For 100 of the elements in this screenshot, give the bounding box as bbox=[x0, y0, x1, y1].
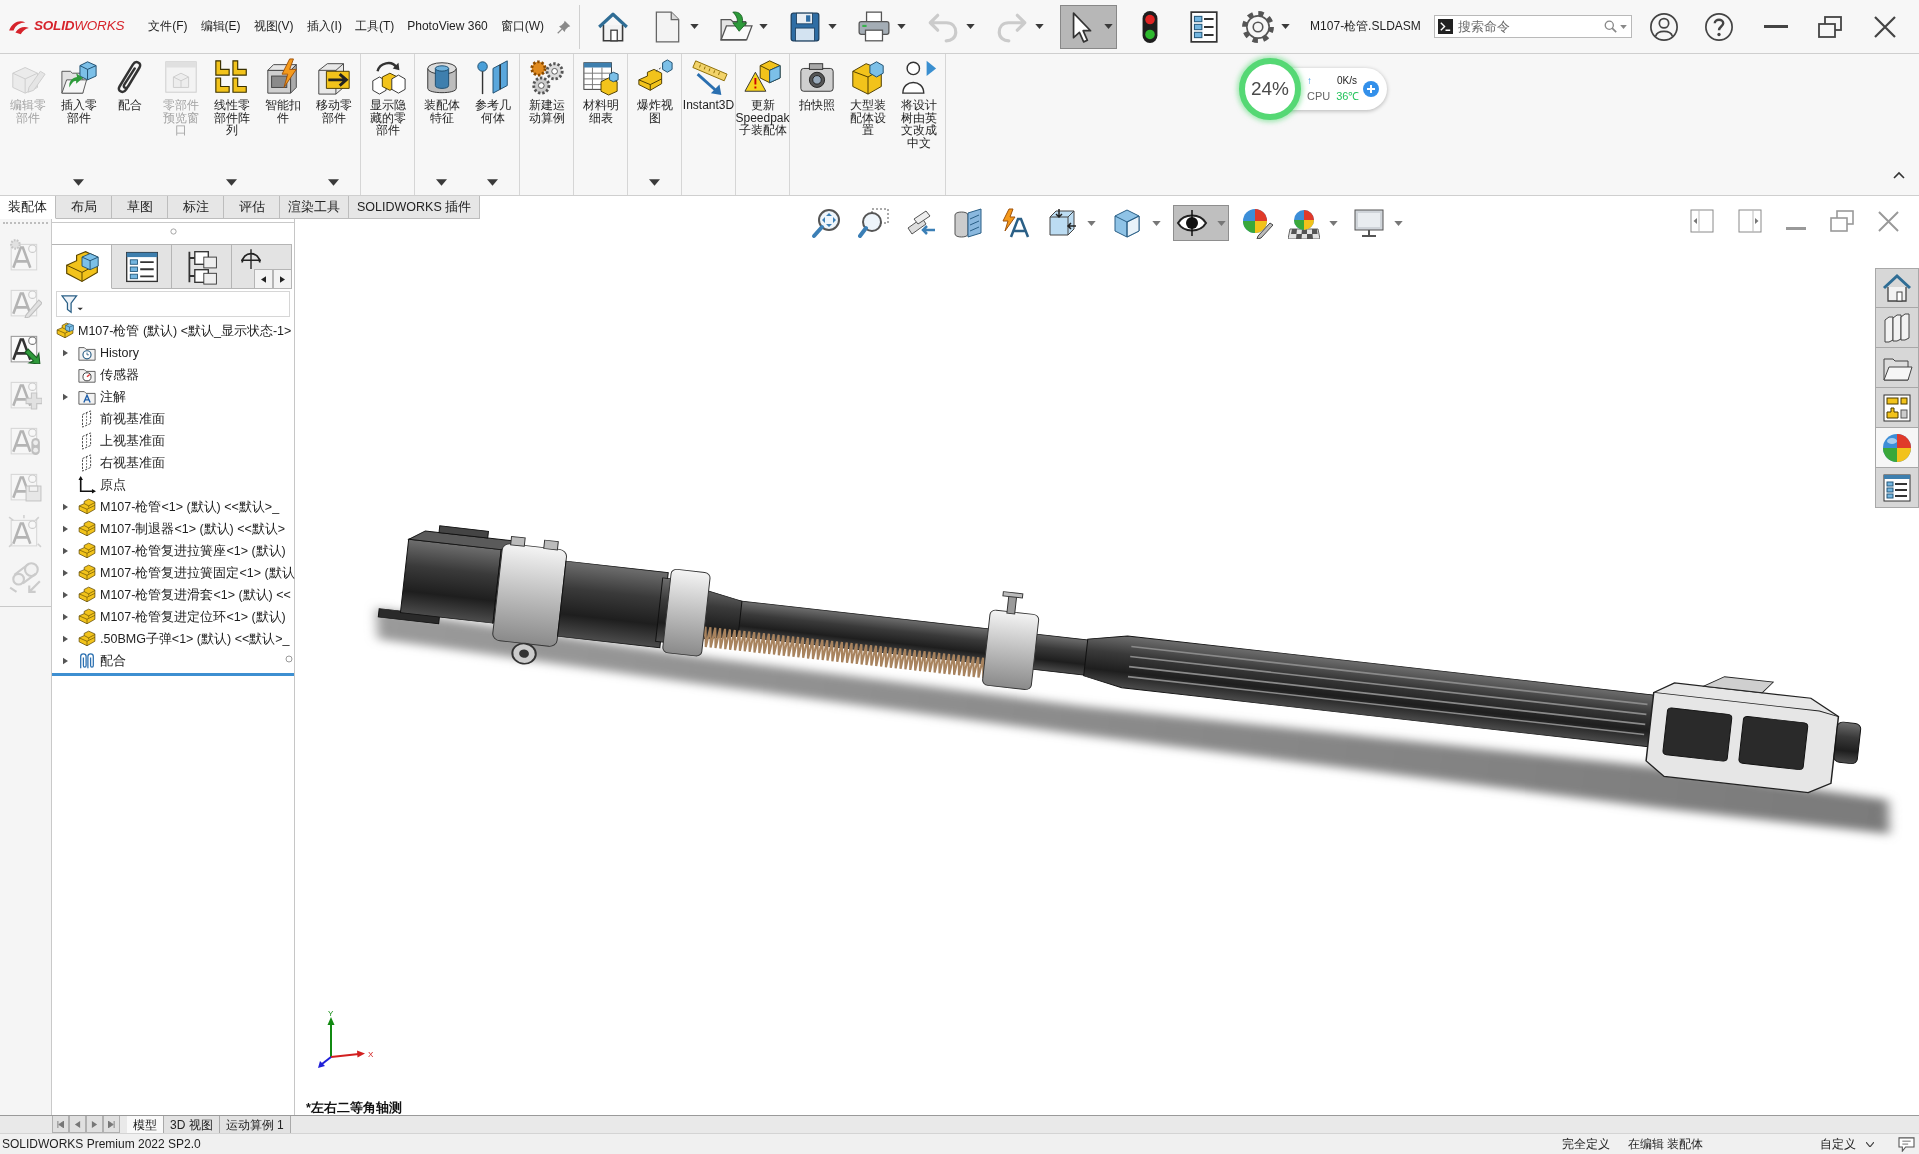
tree-item[interactable]: M107-枪管<1> (默认) <<默认>_ bbox=[52, 496, 294, 518]
caret-icon[interactable] bbox=[328, 179, 339, 186]
command-button[interactable]: 线性零部件阵列 bbox=[206, 54, 257, 195]
tree-item[interactable]: 右视基准面 bbox=[52, 452, 294, 474]
tree-item[interactable]: 配合 bbox=[52, 650, 294, 672]
command-button[interactable]: 智能扣件 bbox=[257, 54, 308, 195]
command-button[interactable]: 更新Speedpak子装配体 bbox=[737, 54, 788, 195]
tree-item[interactable]: 原点 bbox=[52, 474, 294, 496]
expand-arrow-icon[interactable] bbox=[62, 393, 68, 401]
collapse-chevron-icon[interactable] bbox=[1893, 171, 1905, 179]
menu-item[interactable]: 视图(V) bbox=[253, 17, 294, 36]
tab[interactable]: 运动算例 1 bbox=[219, 1116, 291, 1133]
sphere-icon[interactable] bbox=[1881, 431, 1913, 464]
tab[interactable]: 模型 bbox=[127, 1116, 164, 1133]
command-button[interactable]: 爆炸视图 bbox=[629, 54, 680, 195]
expand-arrow-icon[interactable] bbox=[62, 525, 68, 533]
layout-tiles-icon[interactable] bbox=[1881, 391, 1913, 424]
tree-item[interactable]: M107-枪管复进滑套<1> (默认) << bbox=[52, 584, 294, 606]
tree-item[interactable]: .50BMG子弹<1> (默认) <<默认>_ bbox=[52, 628, 294, 650]
close-icon[interactable] bbox=[1873, 15, 1896, 38]
panel-tab[interactable] bbox=[112, 244, 172, 289]
tab[interactable]: 标注 bbox=[168, 196, 224, 219]
restore-icon[interactable] bbox=[1817, 15, 1842, 38]
panel-grip-icon[interactable] bbox=[169, 228, 177, 235]
command-button[interactable]: 配合 bbox=[104, 54, 155, 195]
previous-icon[interactable] bbox=[74, 1120, 81, 1128]
search-field[interactable]: 搜索命令 bbox=[1433, 15, 1632, 38]
tree-item[interactable]: 上视基准面 bbox=[52, 430, 294, 452]
caret-icon[interactable] bbox=[690, 24, 700, 29]
view-toolbar-button[interactable] bbox=[1173, 205, 1229, 241]
nav-button[interactable] bbox=[69, 1116, 86, 1133]
expand-arrow-icon[interactable] bbox=[62, 349, 68, 357]
command-button[interactable]: 拍快照 bbox=[791, 54, 842, 195]
expand-arrow-icon[interactable] bbox=[62, 591, 68, 599]
tree-item[interactable]: 注解 bbox=[52, 386, 294, 408]
tree-item[interactable]: 前视基准面 bbox=[52, 408, 294, 430]
tree-item[interactable]: M107-枪管复进拉簧固定<1> (默认 bbox=[52, 562, 294, 584]
shaded-cube-icon[interactable] bbox=[1111, 207, 1143, 239]
task-pane-tab[interactable] bbox=[1875, 468, 1919, 508]
caret-icon[interactable] bbox=[1281, 24, 1291, 29]
last-page-icon[interactable] bbox=[108, 1120, 115, 1128]
tree-item[interactable]: History bbox=[52, 342, 294, 364]
expand-arrow-icon[interactable] bbox=[62, 635, 68, 643]
menu-item[interactable]: 插入(I) bbox=[306, 17, 342, 36]
cube-arrows-icon[interactable] bbox=[1046, 207, 1078, 239]
menu-item[interactable]: 文件(F) bbox=[148, 17, 188, 36]
caret-icon[interactable] bbox=[487, 179, 498, 186]
right-triangle-icon[interactable] bbox=[280, 275, 285, 283]
menu-item[interactable]: PhotoView 360 bbox=[407, 17, 488, 36]
nav-button[interactable] bbox=[103, 1116, 120, 1133]
scroll-right-button[interactable] bbox=[273, 269, 292, 289]
minimize-icon[interactable] bbox=[1763, 25, 1788, 28]
caret-icon[interactable] bbox=[649, 179, 660, 186]
command-button[interactable]: 装配体特征 bbox=[416, 54, 467, 195]
splitter-grip-icon[interactable] bbox=[285, 655, 293, 663]
list-icon[interactable] bbox=[1881, 471, 1913, 504]
caret-icon[interactable] bbox=[828, 24, 838, 29]
expand-arrow-icon[interactable] bbox=[62, 503, 68, 511]
pin-icon[interactable] bbox=[557, 19, 572, 34]
command-button[interactable]: 移动零部件 bbox=[308, 54, 359, 195]
ruler-arrow-icon[interactable] bbox=[689, 58, 728, 96]
user-icon[interactable] bbox=[1648, 11, 1679, 42]
nav-button[interactable] bbox=[86, 1116, 103, 1133]
next-icon[interactable] bbox=[91, 1120, 98, 1128]
command-button[interactable]: Instant3D bbox=[683, 54, 734, 195]
tab[interactable]: 布局 bbox=[56, 196, 112, 219]
panel-tab[interactable] bbox=[172, 244, 232, 289]
filter-icon[interactable] bbox=[61, 294, 83, 314]
caret-icon[interactable] bbox=[759, 24, 769, 29]
tile-left-icon[interactable] bbox=[1690, 209, 1714, 233]
tile-right-icon[interactable] bbox=[1738, 209, 1762, 233]
left-triangle-icon[interactable] bbox=[261, 275, 266, 283]
expand-arrow-icon[interactable] bbox=[62, 547, 68, 555]
expand-arrow-icon[interactable] bbox=[62, 569, 68, 577]
menu-item[interactable]: 窗口(W) bbox=[500, 17, 545, 36]
expand-arrow-icon[interactable] bbox=[62, 613, 68, 621]
menu-item[interactable]: 工具(T) bbox=[354, 17, 395, 36]
command-button[interactable]: 显示隐藏的零部件 bbox=[362, 54, 413, 195]
caret-icon[interactable] bbox=[436, 179, 447, 186]
tab[interactable]: SOLIDWORKS 插件 bbox=[349, 196, 481, 219]
filter-field[interactable] bbox=[56, 291, 290, 317]
toolbar-button[interactable] bbox=[1060, 4, 1118, 49]
caret-icon[interactable] bbox=[1104, 24, 1114, 29]
scroll-left-button[interactable] bbox=[254, 269, 273, 289]
command-button[interactable]: 将设计树由英文改成中文 bbox=[893, 54, 944, 195]
gears-icon[interactable] bbox=[527, 58, 566, 96]
help-icon[interactable] bbox=[1703, 11, 1734, 42]
nav-button[interactable] bbox=[52, 1116, 69, 1133]
tree-item[interactable]: M107-枪管 (默认) <默认_显示状态-1> bbox=[52, 320, 294, 342]
menu-item[interactable]: 编辑(E) bbox=[200, 17, 241, 36]
tab[interactable]: 评估 bbox=[224, 196, 280, 219]
speech-bubble-icon[interactable] bbox=[1898, 1136, 1915, 1152]
sphere-checkerboard-icon[interactable] bbox=[1288, 207, 1320, 239]
expand-arrow-icon[interactable] bbox=[62, 657, 68, 665]
plus-icon[interactable] bbox=[1363, 81, 1380, 97]
units-selector[interactable]: 自定义 bbox=[1820, 1136, 1856, 1152]
part-tree-icon[interactable] bbox=[63, 248, 100, 285]
books-icon[interactable] bbox=[1881, 311, 1913, 344]
command-button[interactable]: 大型装配体设置 bbox=[842, 54, 893, 195]
eye-icon[interactable] bbox=[1176, 207, 1208, 239]
